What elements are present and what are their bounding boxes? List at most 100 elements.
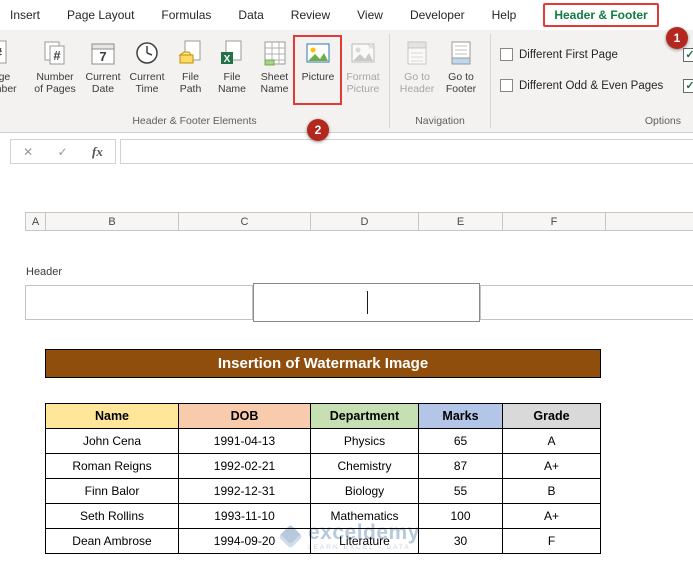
cell[interactable]: Physics bbox=[310, 428, 419, 454]
button-label: File bbox=[223, 71, 241, 83]
tab-view[interactable]: View bbox=[357, 8, 383, 22]
button-label: Number bbox=[0, 83, 17, 96]
data-table: Name DOB Department Marks Grade John Cen… bbox=[45, 403, 601, 554]
insert-function-button[interactable]: fx bbox=[92, 144, 103, 160]
header-cell-marks[interactable]: Marks bbox=[418, 403, 503, 429]
enter-button[interactable]: ✓ bbox=[58, 145, 68, 159]
group-label-options: Options bbox=[644, 115, 681, 127]
cell[interactable]: Seth Rollins bbox=[45, 503, 179, 529]
cell[interactable]: Chemistry bbox=[310, 453, 419, 479]
button-label: Current bbox=[85, 71, 121, 83]
clock-icon bbox=[131, 38, 163, 68]
cell[interactable]: Roman Reigns bbox=[45, 453, 179, 479]
current-time-button[interactable]: Current Time bbox=[125, 38, 169, 96]
button-label: Number bbox=[36, 71, 74, 83]
cell[interactable]: John Cena bbox=[45, 428, 179, 454]
cell[interactable]: B bbox=[502, 478, 601, 504]
cell[interactable]: Finn Balor bbox=[45, 478, 179, 504]
header-section-label: Header bbox=[26, 266, 63, 278]
checked-checkbox-cropped-1[interactable] bbox=[683, 48, 693, 62]
column-header-d[interactable]: D bbox=[311, 213, 419, 230]
tab-page-layout[interactable]: Page Layout bbox=[67, 8, 134, 22]
tab-header-footer[interactable]: Header & Footer bbox=[543, 3, 659, 27]
ribbon: # Page Number # Number of Pages 7 Curren… bbox=[0, 30, 693, 133]
cell[interactable]: Biology bbox=[310, 478, 419, 504]
file-path-button[interactable]: File Path bbox=[170, 38, 211, 96]
tab-insert[interactable]: Insert bbox=[10, 8, 40, 22]
cell[interactable]: 1991-04-13 bbox=[178, 428, 311, 454]
cell[interactable]: F bbox=[502, 528, 601, 554]
cell[interactable]: 1994-09-20 bbox=[178, 528, 311, 554]
number-of-pages-button[interactable]: # Number of Pages bbox=[30, 38, 80, 96]
cell[interactable]: 100 bbox=[418, 503, 503, 529]
column-header-b[interactable]: B bbox=[46, 213, 179, 230]
header-center-section[interactable] bbox=[253, 283, 480, 322]
checkbox-box[interactable] bbox=[500, 48, 513, 61]
group-label-header-footer-elements: Header & Footer Elements bbox=[132, 115, 257, 127]
format-picture-icon bbox=[347, 38, 379, 68]
current-date-button[interactable]: 7 Current Date bbox=[81, 38, 125, 96]
different-first-page-checkbox[interactable]: Different First Page bbox=[500, 48, 618, 61]
text-cursor bbox=[366, 291, 368, 314]
worksheet-title[interactable]: Insertion of Watermark Image bbox=[45, 349, 601, 378]
cell[interactable]: A+ bbox=[502, 503, 601, 529]
tab-data[interactable]: Data bbox=[238, 8, 263, 22]
sheet-name-button[interactable]: Sheet Name bbox=[253, 38, 296, 96]
group-separator bbox=[389, 34, 390, 128]
go-to-header-button: Go to Header bbox=[395, 38, 439, 96]
checkbox-box[interactable] bbox=[500, 79, 513, 92]
cell[interactable]: A+ bbox=[502, 453, 601, 479]
button-label: Time bbox=[135, 83, 159, 96]
file-name-icon: X bbox=[216, 38, 248, 68]
file-path-icon bbox=[175, 38, 207, 68]
column-header-a[interactable]: A bbox=[26, 213, 46, 230]
column-header-f[interactable]: F bbox=[503, 213, 606, 230]
excel-window: Insert Page Layout Formulas Data Review … bbox=[0, 0, 693, 580]
formula-input[interactable] bbox=[120, 139, 693, 164]
ribbon-tab-bar: Insert Page Layout Formulas Data Review … bbox=[0, 0, 693, 30]
tab-developer[interactable]: Developer bbox=[410, 8, 465, 22]
checked-checkbox-cropped-2[interactable] bbox=[683, 79, 693, 93]
cell[interactable]: 30 bbox=[418, 528, 503, 554]
cell[interactable]: Mathematics bbox=[310, 503, 419, 529]
button-label: Format bbox=[346, 71, 380, 83]
cell[interactable]: 65 bbox=[418, 428, 503, 454]
page-number-button[interactable]: # Page Number bbox=[0, 38, 22, 96]
cell[interactable]: 1993-11-10 bbox=[178, 503, 311, 529]
go-to-footer-button[interactable]: Go to Footer bbox=[439, 38, 483, 96]
button-label: Go to bbox=[448, 71, 474, 83]
button-label: Header bbox=[399, 83, 435, 96]
different-odd-even-pages-checkbox[interactable]: Different Odd & Even Pages bbox=[500, 79, 663, 92]
table-row: Dean Ambrose 1994-09-20 Literature 30 F bbox=[45, 528, 601, 554]
cell[interactable]: 1992-02-21 bbox=[178, 453, 311, 479]
header-right-section[interactable] bbox=[480, 285, 693, 320]
table-row: Roman Reigns 1992-02-21 Chemistry 87 A+ bbox=[45, 453, 601, 479]
header-left-section[interactable] bbox=[25, 285, 253, 320]
tab-review[interactable]: Review bbox=[291, 8, 330, 22]
tab-help[interactable]: Help bbox=[492, 8, 517, 22]
cell[interactable]: A bbox=[502, 428, 601, 454]
file-name-button[interactable]: X File Name bbox=[211, 38, 253, 96]
group-label-navigation: Navigation bbox=[415, 115, 465, 127]
tab-formulas[interactable]: Formulas bbox=[161, 8, 211, 22]
cell[interactable]: 55 bbox=[418, 478, 503, 504]
picture-highlight-box bbox=[293, 35, 342, 105]
go-to-footer-icon bbox=[445, 38, 477, 68]
header-cell-department[interactable]: Department bbox=[310, 403, 419, 429]
header-cell-name[interactable]: Name bbox=[45, 403, 179, 429]
cancel-button[interactable]: ✕ bbox=[23, 145, 33, 159]
calendar-icon: 7 bbox=[87, 38, 119, 68]
column-header-row: A B C D E F bbox=[25, 212, 693, 231]
sheet-name-icon bbox=[259, 38, 291, 68]
column-header-e[interactable]: E bbox=[419, 213, 503, 230]
cell[interactable]: 1992-12-31 bbox=[178, 478, 311, 504]
svg-text:7: 7 bbox=[99, 49, 106, 64]
cell[interactable]: Literature bbox=[310, 528, 419, 554]
cell[interactable]: Dean Ambrose bbox=[45, 528, 179, 554]
header-cell-grade[interactable]: Grade bbox=[502, 403, 601, 429]
button-label: Current bbox=[129, 71, 165, 83]
column-header-c[interactable]: C bbox=[179, 213, 311, 230]
header-cell-dob[interactable]: DOB bbox=[178, 403, 311, 429]
button-label: of Pages bbox=[34, 83, 76, 96]
cell[interactable]: 87 bbox=[418, 453, 503, 479]
